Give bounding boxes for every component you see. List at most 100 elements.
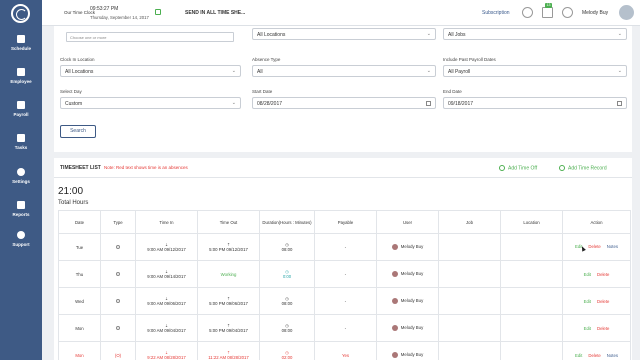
- column-header[interactable]: Job: [438, 210, 501, 234]
- date-cell: Thu: [58, 260, 101, 288]
- time-in-value: 9:22 AM 08/28/2017: [147, 354, 186, 360]
- delete-link[interactable]: Delete: [597, 272, 609, 277]
- avatar[interactable]: [619, 5, 634, 20]
- calendar-icon[interactable]: [426, 101, 431, 106]
- type-cell: [100, 233, 136, 261]
- date-cell: Mon: [58, 341, 101, 360]
- time-out-value: 5:00 PM 09/04/2017: [209, 327, 248, 333]
- sidebar-item-payroll[interactable]: Payroll: [0, 99, 42, 129]
- subscription-link[interactable]: Subscription: [482, 10, 510, 16]
- add-time-off-button[interactable]: Add Time Off: [499, 165, 537, 171]
- send-timesheets-link[interactable]: SEND IN ALL TIME SHE...: [185, 10, 245, 16]
- time-out-cell: Working: [197, 260, 260, 288]
- sidebar-item-schedule[interactable]: Schedule: [0, 33, 42, 63]
- delete-link[interactable]: Delete: [588, 244, 600, 249]
- column-header[interactable]: Type: [100, 210, 136, 234]
- timesheet-table: Date Type Time In Time Out Duration(Hour…: [58, 210, 631, 360]
- time-in-value: 9:00 AM 09/04/2017: [147, 327, 186, 333]
- sidebar-item-settings[interactable]: Settings: [0, 166, 42, 196]
- table-row: Wed ⇣ 9:00 AM 09/06/2017 ⇡ 5:00 PM 09/06/2…: [58, 287, 631, 315]
- location-cell: [500, 287, 563, 315]
- duration-value: 08:00: [281, 246, 293, 252]
- jobs-select[interactable]: All Jobs ⌄: [443, 28, 627, 40]
- notes-link[interactable]: Notes: [607, 353, 618, 358]
- user-name[interactable]: Melody Buy: [582, 10, 608, 16]
- tasks-icon: [17, 134, 25, 142]
- edit-link[interactable]: Edit: [584, 299, 591, 304]
- duration-cell: ◷ 08:00: [259, 233, 315, 261]
- delete-link[interactable]: Delete: [588, 353, 600, 358]
- user-icon[interactable]: [562, 7, 573, 18]
- sidebar-item-label: Employee: [10, 79, 32, 84]
- table-row: Mon ⇣ 9:00 AM 09/04/2017 ⇡ 5:00 PM 09/04/2…: [58, 314, 631, 342]
- column-header[interactable]: Time In: [135, 210, 198, 234]
- type-cell: [100, 287, 136, 315]
- user-cell: Melody Buy: [376, 233, 439, 261]
- start-date-field[interactable]: 08/28/2017: [252, 97, 436, 109]
- select-day-select[interactable]: Custom ⌄: [60, 97, 241, 109]
- mouse-cursor-icon: [580, 244, 587, 252]
- sidebar-item-tasks[interactable]: Tasks: [0, 132, 42, 162]
- avatar: [391, 298, 398, 304]
- column-header[interactable]: Duration(Hours : Minutes): [259, 210, 315, 234]
- sidebar-item-label: Support: [12, 242, 30, 247]
- edit-link[interactable]: Edit: [584, 272, 591, 277]
- delete-link[interactable]: Delete: [597, 326, 609, 331]
- working-status: Working: [220, 271, 237, 277]
- chevron-down-icon: ⌄: [231, 68, 236, 74]
- end-date-label: End Date: [443, 89, 462, 94]
- sidebar-item-employee[interactable]: Employee: [0, 66, 42, 96]
- column-header[interactable]: Time Out: [197, 210, 260, 234]
- calendar-icon[interactable]: [617, 101, 622, 106]
- sidebar-item-support[interactable]: Support: [0, 229, 42, 259]
- absence-type-value: (O): [114, 352, 122, 358]
- type-cell: [100, 314, 136, 342]
- employee-select-input[interactable]: Choose one or more: [66, 32, 234, 42]
- app-logo[interactable]: [11, 4, 30, 23]
- time-in-cell: ⇣ 9:22 AM 08/28/2017: [135, 341, 198, 360]
- search-button[interactable]: Search: [60, 125, 96, 138]
- edit-link[interactable]: Edit: [575, 353, 582, 358]
- past-payroll-value: All Payroll: [448, 69, 471, 75]
- clock-in-location-label: Clock In Location: [60, 57, 95, 62]
- delete-link[interactable]: Delete: [597, 299, 609, 304]
- notification-icon[interactable]: [542, 7, 553, 18]
- past-payroll-select[interactable]: All Payroll ⌄: [443, 65, 627, 77]
- column-header[interactable]: User: [376, 210, 439, 234]
- time-out-cell: ⇡ 5:00 PM 09/12/2017: [197, 233, 260, 261]
- send-icon: [155, 9, 161, 15]
- chevron-down-icon: ⌄: [617, 31, 622, 37]
- timesheet-title: TIMESHEET LIST: [60, 165, 101, 171]
- column-header: Action: [562, 210, 631, 234]
- column-header[interactable]: Date: [58, 210, 101, 234]
- add-time-record-button[interactable]: Add Time Record: [559, 165, 607, 171]
- column-header[interactable]: Location: [500, 210, 563, 234]
- column-header[interactable]: Payable: [314, 210, 377, 234]
- absence-type-select[interactable]: All ⌄: [252, 65, 436, 77]
- clock-in-location-select[interactable]: All Locations ⌄: [60, 65, 241, 77]
- edit-link[interactable]: Edit: [584, 326, 591, 331]
- globe-icon[interactable]: [522, 7, 533, 18]
- location-select[interactable]: All Locations ⌄: [252, 28, 436, 40]
- user-name: Melody Buy: [400, 298, 424, 304]
- time-in-cell: ⇣ 9:00 AM 09/12/2017: [135, 233, 198, 261]
- select-day-label: Select Day: [60, 89, 82, 94]
- time-in-value: 9:00 AM 09/14/2017: [147, 273, 186, 279]
- payable-cell: -: [314, 314, 377, 342]
- notes-link[interactable]: Notes: [607, 244, 618, 249]
- time-out-cell: ⇡ 11:22 AM 08/28/2017: [197, 341, 260, 360]
- date-cell: Tue: [58, 233, 101, 261]
- table-row: Thu ⇣ 9:00 AM 09/14/2017 Working ◷ 0:00 - …: [58, 260, 631, 288]
- time-in-cell: ⇣ 9:00 AM 09/06/2017: [135, 287, 198, 315]
- sidebar-item-reports[interactable]: Reports: [0, 199, 42, 229]
- clock-icon: [116, 244, 120, 249]
- support-icon: [17, 231, 25, 239]
- user-name: Melody Buy: [400, 352, 424, 358]
- user-cell: Melody Buy: [376, 287, 439, 315]
- table-header-row: Date Type Time In Time Out Duration(Hour…: [58, 210, 631, 234]
- end-date-field[interactable]: 09/18/2017: [443, 97, 627, 109]
- clock-in-location-value: All Locations: [65, 69, 94, 75]
- end-date-value: 09/18/2017: [448, 101, 474, 107]
- user-cell: Melody Buy: [376, 314, 439, 342]
- chevron-down-icon: ⌄: [231, 100, 236, 106]
